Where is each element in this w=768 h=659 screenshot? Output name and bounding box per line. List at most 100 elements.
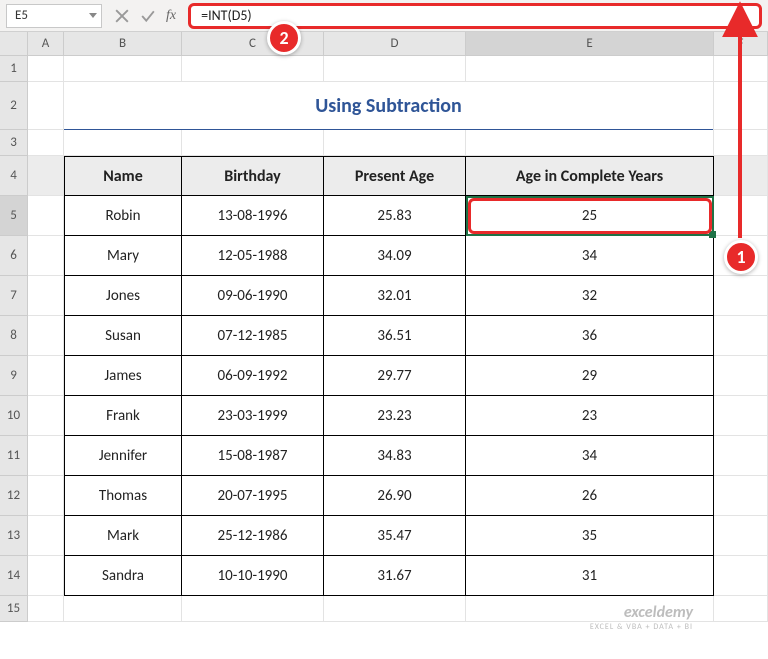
select-all-corner[interactable] [0, 32, 28, 55]
cell-B7[interactable]: Jones [64, 276, 182, 316]
cell-B13[interactable]: Mark [64, 516, 182, 556]
col-header-D[interactable]: D [324, 32, 466, 55]
col-header-A[interactable]: A [28, 32, 64, 55]
cell-C1[interactable] [182, 56, 324, 82]
cell-F3[interactable] [714, 130, 768, 156]
row-header-4[interactable]: 4 [0, 156, 28, 196]
cell-C6[interactable]: 12-05-1988 [182, 236, 324, 276]
cell-E3[interactable] [466, 130, 714, 156]
fx-icon[interactable]: fx [166, 8, 176, 24]
cell-D3[interactable] [324, 130, 466, 156]
row-header-3[interactable]: 3 [0, 130, 28, 156]
row-header-7[interactable]: 7 [0, 276, 28, 316]
cell-F13[interactable] [714, 516, 768, 556]
cell-B11[interactable]: Jennifer [64, 436, 182, 476]
cell-B15[interactable] [64, 596, 182, 622]
cell-A15[interactable] [28, 596, 64, 622]
cell-E6[interactable]: 34 [466, 236, 714, 276]
cell-C11[interactable]: 15-08-1987 [182, 436, 324, 476]
cell-B6[interactable]: Mary [64, 236, 182, 276]
cell-C5[interactable]: 13-08-1996 [182, 196, 324, 236]
cell-E12[interactable]: 26 [466, 476, 714, 516]
title-cell[interactable]: Using Subtraction [64, 82, 714, 130]
cell-C15[interactable] [182, 596, 324, 622]
row-header-12[interactable]: 12 [0, 476, 28, 516]
cell-F15[interactable] [714, 596, 768, 622]
cell-B9[interactable]: James [64, 356, 182, 396]
cell-A8[interactable] [28, 316, 64, 356]
th-birthday[interactable]: Birthday [182, 156, 324, 196]
cell-E11[interactable]: 34 [466, 436, 714, 476]
row-header-15[interactable]: 15 [0, 596, 28, 622]
cell-C8[interactable]: 07-12-1985 [182, 316, 324, 356]
cell-F1[interactable] [714, 56, 768, 82]
cell-D13[interactable]: 35.47 [324, 516, 466, 556]
cell-E1[interactable] [466, 56, 714, 82]
th-present-age[interactable]: Present Age [324, 156, 466, 196]
cell-F12[interactable] [714, 476, 768, 516]
cell-C9[interactable]: 06-09-1992 [182, 356, 324, 396]
cell-E8[interactable]: 36 [466, 316, 714, 356]
cell-B12[interactable]: Thomas [64, 476, 182, 516]
cell-D5[interactable]: 25.83 [324, 196, 466, 236]
cell-D9[interactable]: 29.77 [324, 356, 466, 396]
cell-F4[interactable] [714, 156, 768, 196]
row-header-11[interactable]: 11 [0, 436, 28, 476]
row-header-2[interactable]: 2 [0, 82, 28, 130]
cell-D8[interactable]: 36.51 [324, 316, 466, 356]
cell-A3[interactable] [28, 130, 64, 156]
col-header-E[interactable]: E [466, 32, 714, 55]
cell-F7[interactable] [714, 276, 768, 316]
cell-E13[interactable]: 35 [466, 516, 714, 556]
row-header-13[interactable]: 13 [0, 516, 28, 556]
row-header-1[interactable]: 1 [0, 56, 28, 82]
cell-A4[interactable] [28, 156, 64, 196]
cell-F2[interactable] [714, 82, 768, 130]
col-header-F[interactable]: F [714, 32, 768, 55]
cell-A2[interactable] [28, 82, 64, 130]
cell-B3[interactable] [64, 130, 182, 156]
row-header-9[interactable]: 9 [0, 356, 28, 396]
cell-A14[interactable] [28, 556, 64, 596]
cell-F5[interactable] [714, 196, 768, 236]
cell-C13[interactable]: 25-12-1986 [182, 516, 324, 556]
cell-A11[interactable] [28, 436, 64, 476]
cell-C3[interactable] [182, 130, 324, 156]
cell-C12[interactable]: 20-07-1995 [182, 476, 324, 516]
cell-D1[interactable] [324, 56, 466, 82]
row-header-14[interactable]: 14 [0, 556, 28, 596]
cell-C14[interactable]: 10-10-1990 [182, 556, 324, 596]
col-header-B[interactable]: B [64, 32, 182, 55]
cell-B1[interactable] [64, 56, 182, 82]
cell-F9[interactable] [714, 356, 768, 396]
cell-E14[interactable]: 31 [466, 556, 714, 596]
cell-E9[interactable]: 29 [466, 356, 714, 396]
cell-E7[interactable]: 32 [466, 276, 714, 316]
cell-D7[interactable]: 32.01 [324, 276, 466, 316]
cell-A12[interactable] [28, 476, 64, 516]
cell-F14[interactable] [714, 556, 768, 596]
cell-A1[interactable] [28, 56, 64, 82]
name-box[interactable]: E5 [6, 4, 102, 28]
cell-C7[interactable]: 09-06-1990 [182, 276, 324, 316]
dropdown-caret-icon[interactable] [89, 13, 97, 18]
cell-F11[interactable] [714, 436, 768, 476]
cell-F10[interactable] [714, 396, 768, 436]
cell-A6[interactable] [28, 236, 64, 276]
cell-A7[interactable] [28, 276, 64, 316]
cell-D11[interactable]: 34.83 [324, 436, 466, 476]
cell-E10[interactable]: 23 [466, 396, 714, 436]
cell-C10[interactable]: 23-03-1999 [182, 396, 324, 436]
cell-D6[interactable]: 34.09 [324, 236, 466, 276]
cell-D14[interactable]: 31.67 [324, 556, 466, 596]
row-header-10[interactable]: 10 [0, 396, 28, 436]
cell-D12[interactable]: 26.90 [324, 476, 466, 516]
cell-D10[interactable]: 23.23 [324, 396, 466, 436]
cell-B10[interactable]: Frank [64, 396, 182, 436]
cell-D15[interactable] [324, 596, 466, 622]
cell-A10[interactable] [28, 396, 64, 436]
cancel-icon[interactable] [114, 8, 130, 24]
th-name[interactable]: Name [64, 156, 182, 196]
cell-B5[interactable]: Robin [64, 196, 182, 236]
row-header-8[interactable]: 8 [0, 316, 28, 356]
